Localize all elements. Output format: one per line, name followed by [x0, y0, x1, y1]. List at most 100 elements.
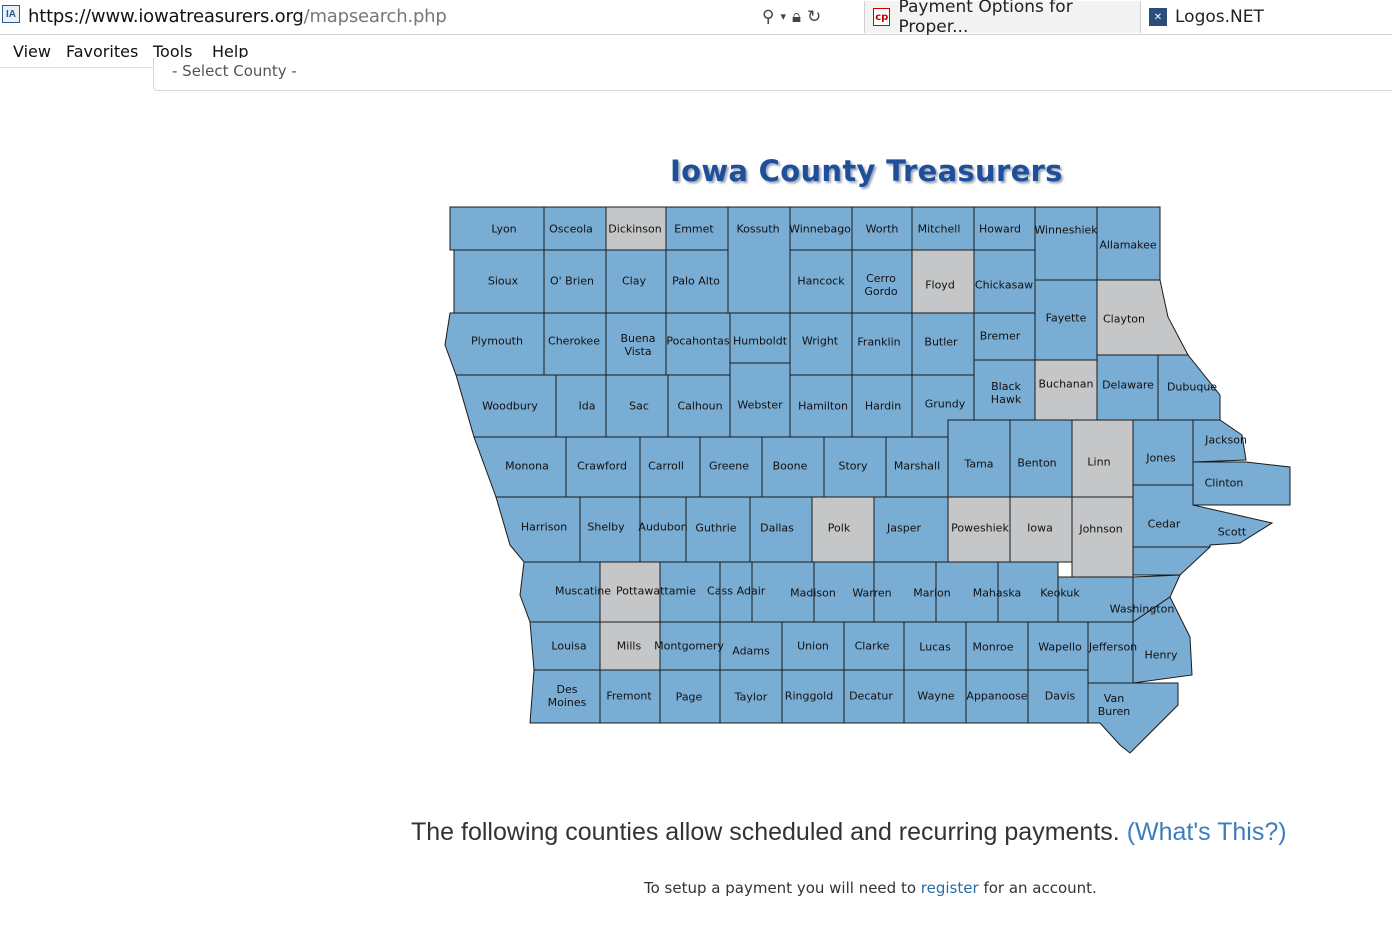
- county-marion[interactable]: [873, 561, 937, 623]
- menu-view[interactable]: View: [13, 42, 51, 61]
- county-dickinson[interactable]: [605, 206, 667, 251]
- county-winneshiek[interactable]: [1034, 206, 1098, 281]
- county-taylor[interactable]: [659, 669, 721, 724]
- county-greene[interactable]: [699, 436, 763, 498]
- county-wayne[interactable]: [843, 669, 905, 724]
- county-sioux[interactable]: [453, 249, 545, 314]
- register-link[interactable]: register: [921, 879, 979, 897]
- county-palo-alto[interactable]: [665, 249, 729, 314]
- county-appanoose[interactable]: [903, 669, 967, 724]
- county-muscatine[interactable]: [519, 561, 601, 623]
- county-union[interactable]: [719, 621, 783, 671]
- county-iowa[interactable]: [1009, 496, 1073, 563]
- county-lucas[interactable]: [843, 621, 905, 671]
- county-monona[interactable]: [473, 436, 567, 498]
- county-pottawattamie[interactable]: [599, 561, 661, 623]
- county-madison[interactable]: [751, 561, 815, 623]
- county-woodbury[interactable]: [455, 374, 557, 438]
- county-sac[interactable]: [605, 374, 669, 438]
- county-allamakee[interactable]: [1096, 206, 1161, 281]
- county-butler[interactable]: [911, 312, 975, 376]
- county-humboldt[interactable]: [729, 312, 791, 364]
- county-shelby[interactable]: [579, 496, 641, 563]
- county-warren[interactable]: [813, 561, 875, 623]
- county-jasper[interactable]: [873, 496, 949, 563]
- county-jackson[interactable]: [1192, 419, 1247, 463]
- county-emmet[interactable]: [665, 206, 729, 251]
- county-poweshiek[interactable]: [947, 496, 1011, 563]
- search-icon[interactable]: ⚲: [762, 6, 774, 28]
- county-worth[interactable]: [851, 206, 913, 251]
- county-marshall[interactable]: [885, 436, 949, 498]
- county-jefferson[interactable]: [1027, 621, 1089, 671]
- county-ida[interactable]: [555, 374, 607, 438]
- county-dallas[interactable]: [749, 496, 813, 563]
- county-polk[interactable]: [811, 496, 875, 563]
- chevron-down-icon[interactable]: ▾: [780, 6, 786, 28]
- tab-logos-net[interactable]: ✕ Logos.NET: [1140, 1, 1392, 33]
- county-henry[interactable]: [1087, 621, 1134, 684]
- refresh-icon[interactable]: ↻: [807, 6, 821, 28]
- county-dubuque[interactable]: [1157, 354, 1221, 421]
- county-clay[interactable]: [605, 249, 667, 314]
- county-harrison[interactable]: [495, 496, 581, 563]
- county-mills[interactable]: [529, 621, 601, 671]
- county-bremer[interactable]: [973, 312, 1036, 361]
- county-floyd[interactable]: [911, 249, 975, 314]
- county-delaware[interactable]: [1096, 354, 1159, 421]
- county-plymouth[interactable]: [444, 312, 545, 376]
- county-boone[interactable]: [761, 436, 825, 498]
- iowa-county-map[interactable]: Lyon Osceola Dickinson Emmet Kossuth Winnebag…: [440, 205, 1295, 765]
- county-keokuk[interactable]: [997, 561, 1059, 623]
- county-franklin[interactable]: [851, 312, 913, 376]
- county-page[interactable]: [599, 669, 661, 724]
- url-field[interactable]: https://www.iowatreasurers.org/mapsearch…: [28, 6, 447, 27]
- county-calhoun[interactable]: [667, 374, 731, 438]
- county-johnson[interactable]: [1071, 496, 1134, 578]
- county-decatur[interactable]: [781, 669, 845, 724]
- county-scott[interactable]: [1132, 546, 1212, 576]
- county-cass[interactable]: [659, 561, 721, 623]
- county-clarke[interactable]: [781, 621, 845, 671]
- county-webster[interactable]: [729, 362, 791, 438]
- lock-icon[interactable]: 🔒︎: [792, 6, 801, 28]
- county-monroe[interactable]: [903, 621, 967, 671]
- menu-favorites[interactable]: Favorites: [66, 42, 138, 61]
- county-cerro-gordo[interactable]: [851, 249, 913, 314]
- county-chickasaw[interactable]: [973, 249, 1036, 314]
- county-washington[interactable]: [1057, 576, 1134, 623]
- county-carroll[interactable]: [639, 436, 701, 498]
- county-osceola[interactable]: [543, 206, 607, 251]
- county-crawford[interactable]: [565, 436, 641, 498]
- tab-payment-options[interactable]: cp Payment Options for Proper...: [864, 0, 1140, 37]
- county-jones[interactable]: [1132, 419, 1194, 486]
- county-o-brien[interactable]: [543, 249, 607, 314]
- county-fayette[interactable]: [1034, 279, 1098, 361]
- county-benton[interactable]: [1009, 419, 1073, 498]
- county-linn[interactable]: [1071, 419, 1134, 498]
- county-select[interactable]: - Select County -: [153, 58, 1392, 91]
- county-hancock[interactable]: [789, 249, 853, 314]
- county-story[interactable]: [823, 436, 887, 498]
- county-hardin[interactable]: [851, 374, 913, 438]
- county-howard[interactable]: [973, 206, 1036, 251]
- county-adair[interactable]: [719, 561, 753, 623]
- county-lyon[interactable]: [449, 206, 545, 251]
- county-wapello[interactable]: [965, 621, 1029, 671]
- county-tama[interactable]: [947, 419, 1011, 498]
- county-fremont[interactable]: [529, 669, 601, 724]
- county-guthrie[interactable]: [685, 496, 751, 563]
- county-cherokee[interactable]: [543, 312, 607, 376]
- county-clayton[interactable]: [1096, 279, 1189, 356]
- county-hamilton[interactable]: [789, 374, 853, 438]
- county-mitchell[interactable]: [911, 206, 975, 251]
- county-buena-vista[interactable]: [605, 312, 667, 376]
- county-adams[interactable]: [659, 621, 721, 671]
- county-van-buren[interactable]: [1027, 669, 1089, 724]
- county-clinton[interactable]: [1192, 461, 1291, 506]
- county-ringgold[interactable]: [719, 669, 783, 724]
- county-pocahontas[interactable]: [665, 312, 731, 376]
- whats-this-link[interactable]: (What's This?): [1127, 818, 1287, 846]
- county-mahaska[interactable]: [935, 561, 999, 623]
- county-audubon[interactable]: [639, 496, 687, 563]
